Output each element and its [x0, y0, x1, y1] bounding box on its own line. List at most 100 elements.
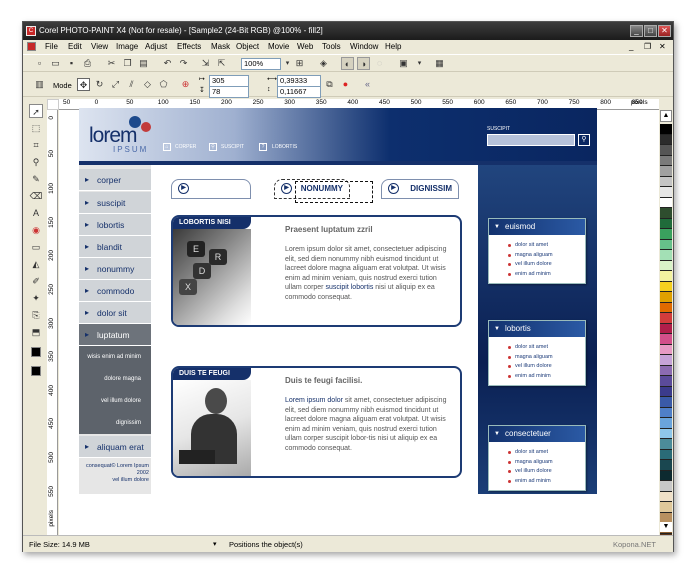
- open-icon[interactable]: ▭: [49, 57, 62, 70]
- eraser-tool-icon[interactable]: ⌫: [29, 189, 43, 203]
- foreground-color-swatch[interactable]: [31, 347, 41, 357]
- sidebar-item-commodo[interactable]: commodo: [79, 280, 151, 302]
- card-link[interactable]: suscipit lobortis: [325, 284, 373, 291]
- palette-swatch[interactable]: [660, 407, 672, 418]
- apply-icon[interactable]: ●: [339, 78, 352, 91]
- palette-swatch[interactable]: [660, 155, 672, 166]
- palette-swatch[interactable]: [660, 428, 672, 439]
- sidebar-subitem[interactable]: vel illum dolore: [79, 390, 151, 412]
- palette-swatch[interactable]: [660, 197, 672, 208]
- webform-icon[interactable]: ▦: [433, 57, 446, 70]
- clone-tool-icon[interactable]: ⎘: [29, 308, 43, 322]
- palette-swatch[interactable]: [660, 376, 672, 387]
- doc-restore-button[interactable]: ❐: [644, 40, 651, 53]
- sidebar-subitem[interactable]: dignissim: [79, 412, 151, 434]
- list-item[interactable]: dolor sit amet: [508, 448, 585, 458]
- palette-swatch[interactable]: [660, 239, 672, 250]
- cut-icon[interactable]: ✂: [105, 57, 118, 70]
- perspective-mode-icon[interactable]: ⬠: [157, 78, 170, 91]
- palette-swatch[interactable]: [660, 176, 672, 187]
- close-button[interactable]: ✕: [658, 25, 671, 37]
- show-object-icon[interactable]: ◑: [357, 57, 370, 70]
- fill-tool-icon[interactable]: ◭: [29, 257, 43, 271]
- list-item[interactable]: enim ad minim: [508, 372, 585, 382]
- list-item[interactable]: dolor sit amet: [508, 241, 585, 251]
- object-selection-marquee[interactable]: [295, 181, 373, 203]
- sidebar-subitem[interactable]: dolore magna: [79, 368, 151, 390]
- sidebar-subitem[interactable]: wisis enim ad minim: [79, 346, 151, 368]
- fill-color-swatch[interactable]: [31, 366, 41, 376]
- palette-swatch[interactable]: [660, 491, 672, 502]
- sidebar-item-dolor-sit[interactable]: dolor sit: [79, 302, 151, 324]
- list-item[interactable]: magna aliguam: [508, 251, 585, 261]
- skew-mode-icon[interactable]: ⫽: [125, 78, 138, 91]
- palette-swatch[interactable]: [660, 281, 672, 292]
- redo-icon[interactable]: ↷: [177, 57, 190, 70]
- interactive-tool-icon[interactable]: ⬒: [29, 325, 43, 339]
- list-item[interactable]: vel illum dolore: [508, 260, 585, 270]
- text-tool-icon[interactable]: A: [29, 206, 43, 220]
- scale-mode-icon[interactable]: ⤢: [109, 78, 122, 91]
- screen-icon[interactable]: ▣: [397, 57, 410, 70]
- anchor-icon[interactable]: ⊕: [179, 78, 192, 91]
- palette-swatch[interactable]: [660, 323, 672, 334]
- menu-mask[interactable]: Mask: [211, 40, 230, 53]
- card-link[interactable]: Lorem ipsum dolor: [285, 397, 343, 404]
- rectangle-tool-icon[interactable]: ▭: [29, 240, 43, 254]
- save-icon[interactable]: ▪: [65, 57, 78, 70]
- menu-image[interactable]: Image: [116, 40, 138, 53]
- maximize-button[interactable]: □: [644, 25, 657, 37]
- menu-window[interactable]: Window: [350, 40, 378, 53]
- menu-web[interactable]: Web: [297, 40, 313, 53]
- export-icon[interactable]: ⇱: [215, 57, 228, 70]
- palette-swatch[interactable]: [660, 344, 672, 355]
- crop-tool-icon[interactable]: ⌗: [29, 138, 43, 152]
- red-eye-tool-icon[interactable]: ◉: [29, 223, 43, 237]
- paste-icon[interactable]: ▤: [137, 57, 150, 70]
- help-icon[interactable]: ?: [259, 143, 267, 151]
- palette-swatch[interactable]: [660, 439, 672, 450]
- palette-swatch[interactable]: [660, 260, 672, 271]
- vertical-ruler[interactable]: 0 50 100 150 200 250 300 350 400 450 500 550 pixels: [47, 110, 58, 538]
- doc-minimize-button[interactable]: _: [629, 40, 633, 53]
- palette-swatch[interactable]: [660, 397, 672, 408]
- rotate-mode-icon[interactable]: ↻: [93, 78, 106, 91]
- top-link-3[interactable]: LOBORTIS: [272, 144, 297, 150]
- sidebar-item-suscipit[interactable]: suscipit: [79, 192, 151, 214]
- launcher-icon[interactable]: ◈: [317, 57, 330, 70]
- palette-swatch[interactable]: [660, 187, 672, 198]
- corel-app-icon[interactable]: C: [26, 26, 36, 36]
- paint-tool-icon[interactable]: ✐: [29, 274, 43, 288]
- menu-help[interactable]: Help: [385, 40, 401, 53]
- right-box-title[interactable]: euismod: [489, 219, 585, 235]
- object-icon[interactable]: ▥: [33, 78, 46, 91]
- menu-view[interactable]: View: [91, 40, 108, 53]
- list-item[interactable]: vel illum dolore: [508, 362, 585, 372]
- palette-swatch[interactable]: [660, 460, 672, 471]
- nav-tab-1[interactable]: ▶: [171, 179, 251, 199]
- print-icon[interactable]: ⎙: [81, 57, 94, 70]
- palette-swatch[interactable]: [660, 334, 672, 345]
- title-bar[interactable]: C Corel PHOTO-PAINT X4 (Not for resale) …: [23, 22, 673, 40]
- palette-swatch[interactable]: [660, 218, 672, 229]
- import-icon[interactable]: ⇲: [199, 57, 212, 70]
- undo-icon[interactable]: ↶: [161, 57, 174, 70]
- zoom-tool-icon[interactable]: ⚲: [29, 155, 43, 169]
- palette-swatch[interactable]: [660, 271, 672, 282]
- eyedropper-tool-icon[interactable]: ✎: [29, 172, 43, 186]
- sidebar-item-lobortis[interactable]: lobortis: [79, 214, 151, 236]
- palette-swatch[interactable]: [660, 292, 672, 303]
- menu-edit[interactable]: Edit: [68, 40, 82, 53]
- sidebar-item-nonummy[interactable]: nonummy: [79, 258, 151, 280]
- palette-swatch[interactable]: [660, 166, 672, 177]
- menu-object[interactable]: Object: [236, 40, 259, 53]
- palette-swatch[interactable]: [660, 229, 672, 240]
- document-icon[interactable]: [27, 42, 36, 51]
- zoom-fit-icon[interactable]: ⊞: [293, 57, 306, 70]
- sidebar-item-aliquam-erat[interactable]: aliquam erat: [79, 436, 151, 458]
- effect-tool-icon[interactable]: ✦: [29, 291, 43, 305]
- palette-swatch[interactable]: [660, 313, 672, 324]
- home-icon[interactable]: ⌂: [163, 143, 171, 151]
- menu-movie[interactable]: Movie: [268, 40, 289, 53]
- palette-swatch[interactable]: [660, 355, 672, 366]
